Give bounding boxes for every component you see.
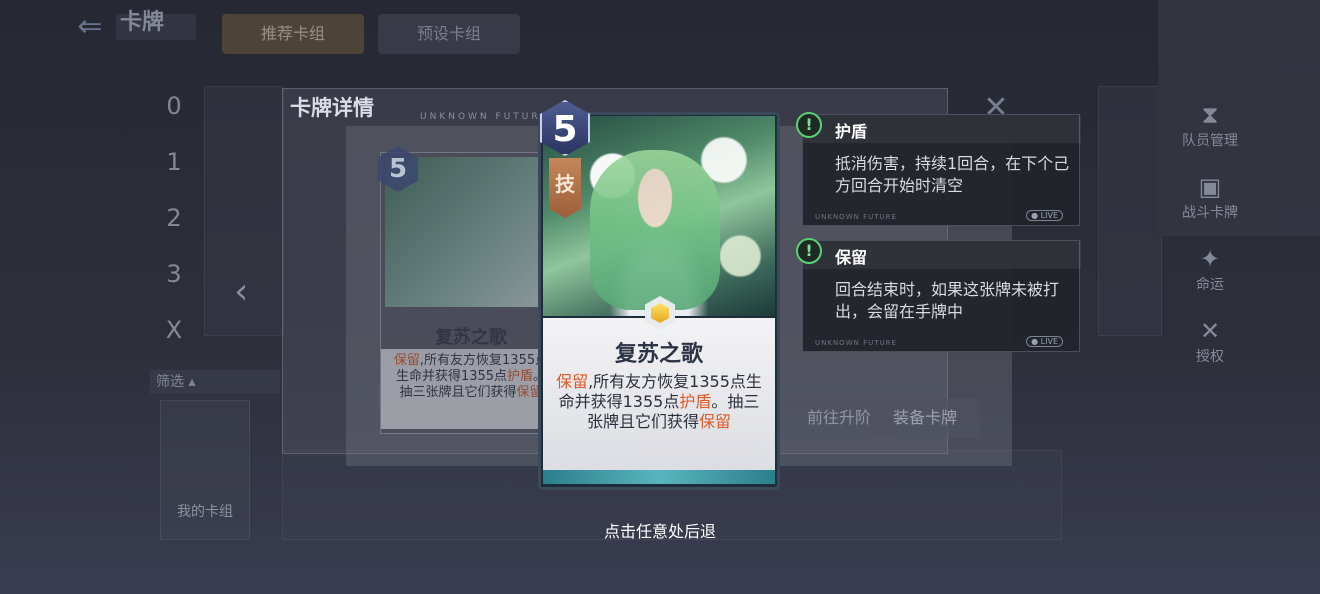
- card-type-tag: 技: [549, 158, 581, 218]
- tooltip-shield: 护盾 抵消伤害，持续1回合，在下个己方回合开始时清空 UNKNOWN FUTUR…: [802, 114, 1081, 226]
- deck-number-3[interactable]: 3: [156, 256, 192, 292]
- star-icon: ✦: [1199, 245, 1221, 273]
- deck-number-2[interactable]: 2: [156, 200, 192, 236]
- bg-card-right: [1098, 86, 1162, 336]
- tooltip-title: 保留: [835, 248, 868, 267]
- deck-number-x[interactable]: X: [156, 312, 192, 348]
- card-description-part: 保留: [393, 353, 420, 368]
- cards-icon: ▣: [1198, 173, 1222, 201]
- tooltip-footer: UNKNOWN FUTURE: [815, 213, 897, 221]
- tooltip-retain: 保留 回合结束时，如果这张牌未被打出，会留在手牌中 UNKNOWN FUTURE…: [802, 240, 1081, 352]
- side-nav-battle-cards[interactable]: ▣ 战斗卡牌: [1160, 172, 1260, 242]
- character-illustration: [590, 150, 720, 310]
- filter-dropdown[interactable]: 筛选 ▴: [150, 370, 280, 394]
- detail-card-preview: 复苏之歌 保留,所有友方恢复1355点生命并获得1355点护盾。抽三张牌且它们获…: [380, 152, 561, 434]
- card-name: 复苏之歌: [435, 327, 507, 348]
- card-footer-bar: [543, 470, 775, 484]
- side-nav-authorize[interactable]: ✕ 授权: [1160, 316, 1260, 386]
- my-cards-button[interactable]: 我的卡组: [160, 400, 250, 540]
- equip-card-button[interactable]: 装备卡牌: [870, 398, 980, 438]
- tooltip-body: 回合结束时，如果这张牌未被打出，会留在手牌中: [835, 280, 1060, 321]
- side-nav-label: 命运: [1196, 277, 1224, 293]
- tooltip-title: 护盾: [835, 122, 868, 141]
- side-nav-label: 战斗卡牌: [1182, 205, 1238, 221]
- deck-number-0[interactable]: 0: [156, 88, 192, 124]
- page-title: 卡牌: [120, 10, 165, 35]
- side-nav-team[interactable]: ⧗ 队员管理: [1160, 100, 1260, 170]
- chevron-left-icon[interactable]: ‹: [234, 270, 270, 314]
- live-badge: ● LIVE: [1026, 336, 1063, 347]
- deck-number-1[interactable]: 1: [156, 144, 192, 180]
- exclamation-icon: !: [796, 238, 822, 264]
- card-description: 保留,所有友方恢复1355点生命并获得1355点护盾。抽三张牌且它们获得保留: [381, 349, 561, 429]
- tab-recommended-deck[interactable]: 推荐卡组: [222, 14, 364, 54]
- tooltip-body: 抵消伤害，持续1回合，在下个己方回合开始时清空: [835, 154, 1070, 195]
- keyword-shield: 护盾: [679, 392, 712, 411]
- side-nav-label: 队员管理: [1182, 133, 1238, 149]
- keyword-retain: 保留: [699, 412, 732, 431]
- keyword-retain: 保留: [556, 372, 589, 391]
- hourglass-icon: ⧗: [1201, 101, 1219, 129]
- my-cards-label: 我的卡组: [177, 504, 233, 520]
- crossed-swords-icon: ✕: [1199, 317, 1221, 345]
- arrow-left-icon[interactable]: ⇐: [64, 8, 116, 46]
- tooltip-footer: UNKNOWN FUTURE: [815, 339, 897, 347]
- card-description: 保留,所有友方恢复1355点生命并获得1355点护盾。抽三张牌且它们获得保留: [552, 372, 766, 462]
- side-nav-label: 授权: [1196, 349, 1224, 365]
- live-badge: ● LIVE: [1026, 210, 1063, 221]
- tap-to-return-hint[interactable]: 点击任意处后退: [560, 518, 760, 542]
- side-nav-fate[interactable]: ✦ 命运: [1160, 244, 1260, 314]
- card-name: 复苏之歌: [614, 342, 703, 367]
- exclamation-icon: !: [796, 112, 822, 138]
- tab-preset-deck[interactable]: 预设卡组: [378, 14, 520, 54]
- filter-label: 筛选: [156, 374, 184, 390]
- card-description-part: 护盾: [507, 369, 534, 384]
